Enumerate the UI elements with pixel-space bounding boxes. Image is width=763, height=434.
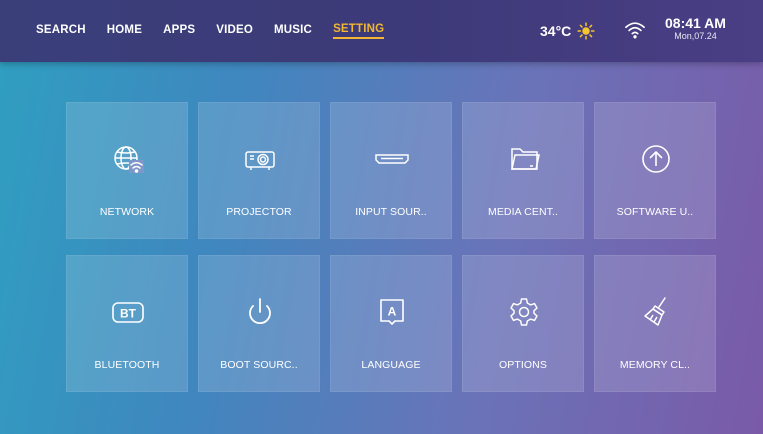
nav-apps[interactable]: APPS bbox=[163, 24, 195, 38]
tile-network[interactable]: NETWORK bbox=[66, 102, 188, 239]
hdmi-port-icon bbox=[374, 141, 410, 177]
tile-label: INPUT SOUR.. bbox=[355, 206, 427, 218]
tile-label: MEDIA CENT.. bbox=[487, 206, 559, 218]
svg-text:BT: BT bbox=[120, 307, 137, 321]
tile-label: NETWORK bbox=[99, 206, 155, 218]
tile-label: OPTIONS bbox=[499, 359, 547, 371]
tile-media-center[interactable]: MEDIA CENT.. bbox=[462, 102, 584, 239]
tile-label: SOFTWARE U.. bbox=[616, 206, 694, 218]
tile-language[interactable]: A LANGUAGE bbox=[330, 255, 452, 392]
tile-label: LANGUAGE bbox=[361, 359, 421, 371]
tile-label: BLUETOOTH bbox=[94, 359, 160, 371]
nav-home[interactable]: HOME bbox=[107, 24, 142, 38]
language-icon: A bbox=[374, 294, 410, 330]
folder-icon bbox=[506, 141, 542, 177]
clock: 08:41 AM Mon,07.24 bbox=[665, 16, 726, 42]
clock-time: 08:41 AM bbox=[665, 15, 726, 31]
clock-date: Mon,07.24 bbox=[674, 31, 717, 41]
tile-label: BOOT SOURC.. bbox=[220, 359, 298, 371]
wifi-icon bbox=[625, 22, 645, 39]
projector-icon bbox=[242, 141, 278, 177]
broom-icon bbox=[638, 294, 674, 330]
globe-wifi-icon bbox=[110, 141, 146, 177]
tile-label: MEMORY CL.. bbox=[619, 359, 691, 371]
sun-icon bbox=[577, 22, 595, 40]
gear-icon bbox=[506, 294, 542, 330]
tile-input-source[interactable]: INPUT SOUR.. bbox=[330, 102, 452, 239]
tile-projector[interactable]: PROJECTOR bbox=[198, 102, 320, 239]
main-nav: SEARCH HOME APPS VIDEO MUSIC SETTING bbox=[36, 0, 405, 62]
bt-icon: BT bbox=[110, 294, 146, 330]
nav-music[interactable]: MUSIC bbox=[274, 24, 312, 38]
nav-search[interactable]: SEARCH bbox=[36, 24, 86, 38]
tile-options[interactable]: OPTIONS bbox=[462, 255, 584, 392]
tile-bluetooth[interactable]: BT BLUETOOTH bbox=[66, 255, 188, 392]
tile-software-update[interactable]: SOFTWARE U.. bbox=[594, 102, 716, 239]
top-bar: SEARCH HOME APPS VIDEO MUSIC SETTING 34°… bbox=[0, 0, 763, 62]
nav-setting[interactable]: SETTING bbox=[333, 23, 385, 39]
tile-memory-clean[interactable]: MEMORY CL.. bbox=[594, 255, 716, 392]
tile-boot-source[interactable]: BOOT SOURC.. bbox=[198, 255, 320, 392]
settings-grid: NETWORK PROJECTOR INPUT SOUR.. MEDIA CEN… bbox=[66, 102, 716, 392]
svg-text:A: A bbox=[388, 305, 397, 319]
tile-label: PROJECTOR bbox=[226, 206, 292, 218]
nav-video[interactable]: VIDEO bbox=[216, 24, 253, 38]
upload-arrow-icon bbox=[638, 141, 674, 177]
settings-screen: SEARCH HOME APPS VIDEO MUSIC SETTING 34°… bbox=[0, 0, 763, 434]
temperature: 34°C bbox=[540, 23, 572, 39]
power-icon bbox=[242, 294, 278, 330]
weather-status: 34°C bbox=[540, 0, 595, 62]
